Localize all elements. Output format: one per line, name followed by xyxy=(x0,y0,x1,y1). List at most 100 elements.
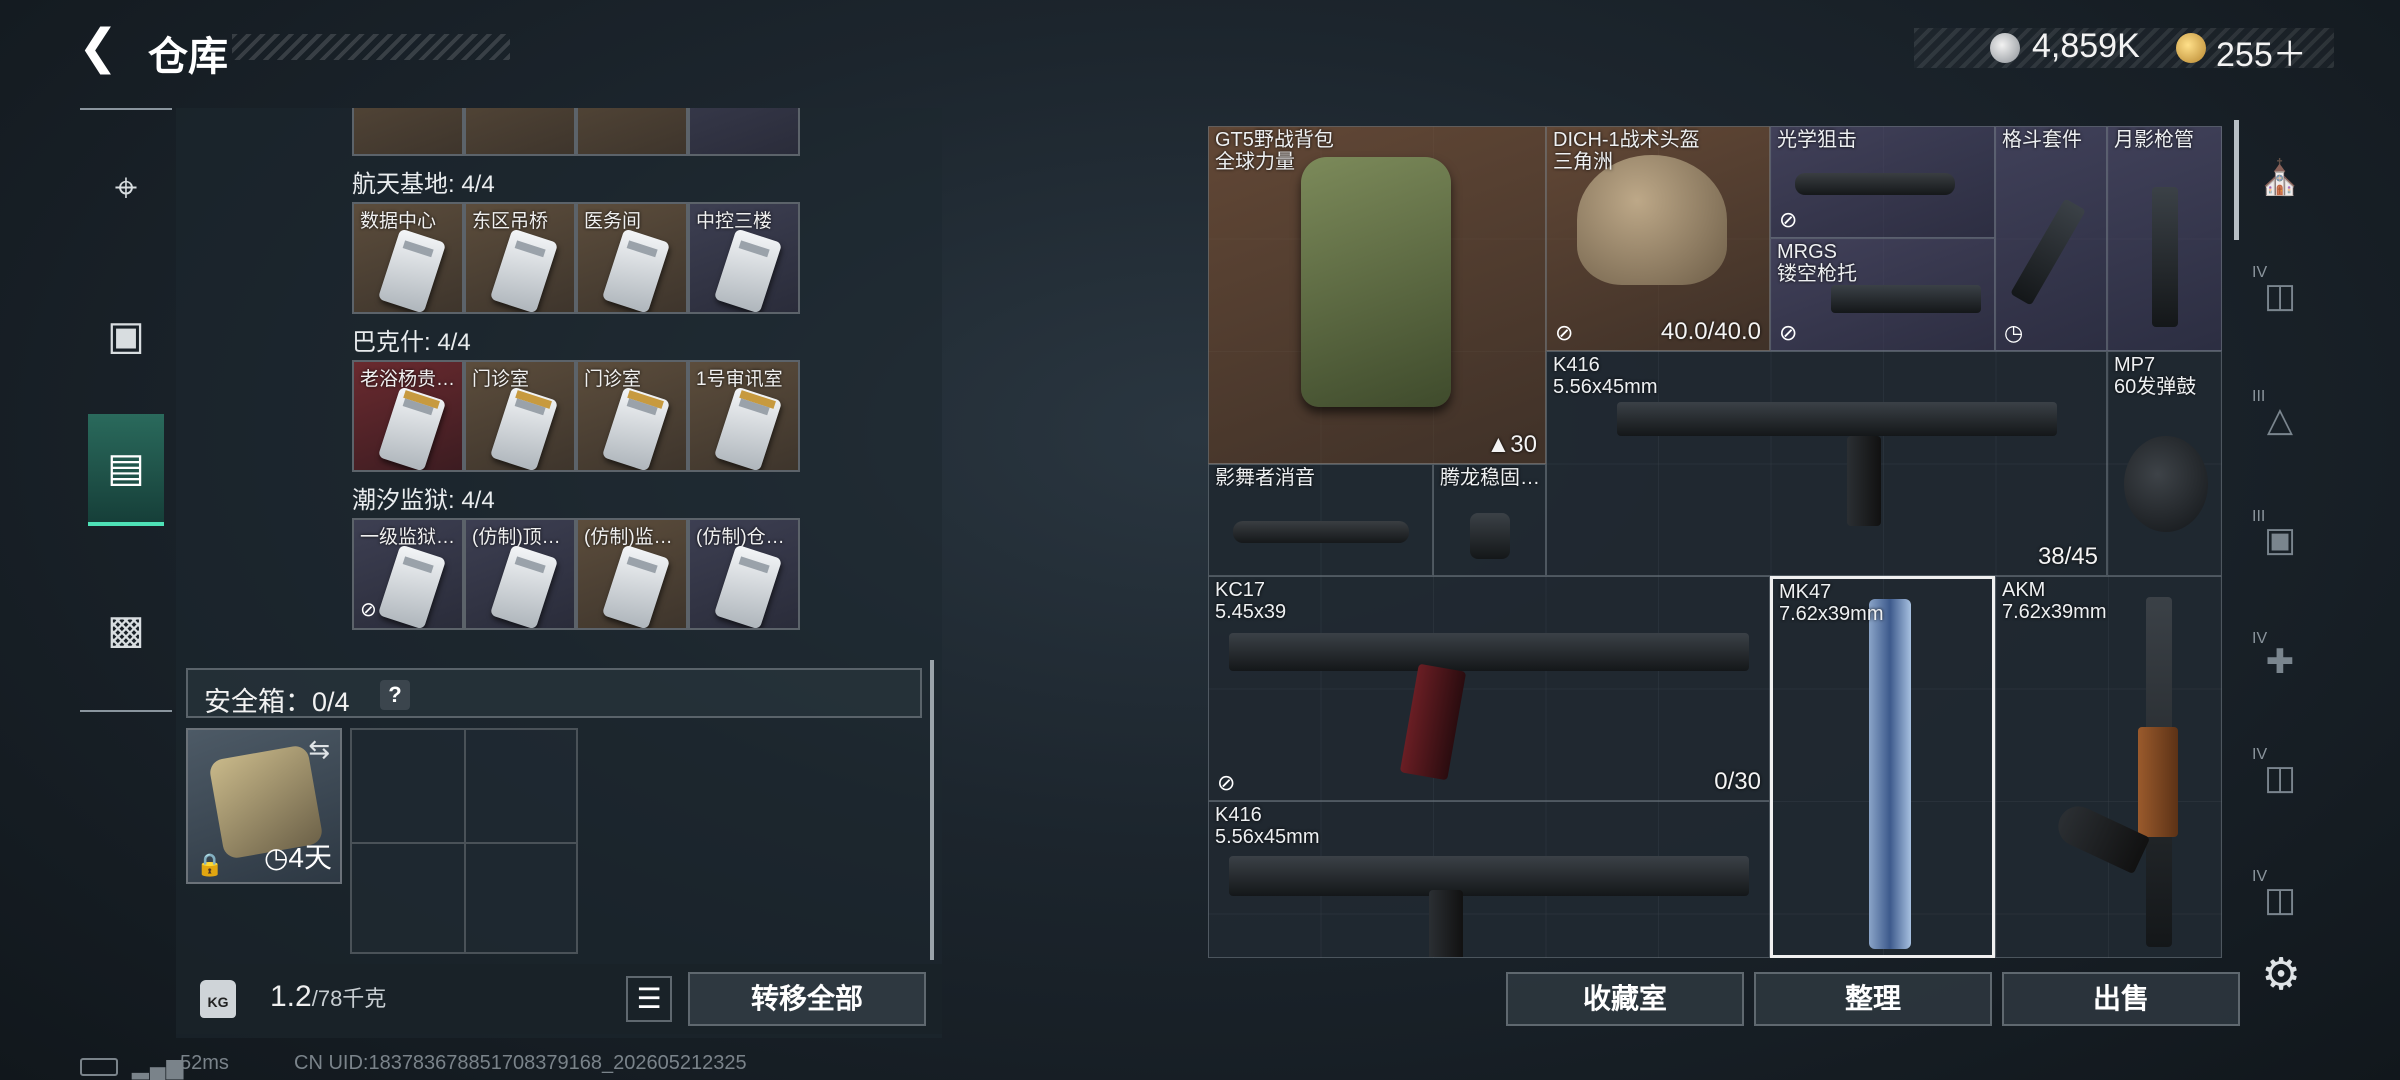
tab-storage-2[interactable]: III △ xyxy=(2252,388,2308,448)
swap-icon[interactable]: ⇆ xyxy=(308,734,330,765)
item-name: KC17 xyxy=(1215,579,1266,601)
silver-coin-icon xyxy=(1990,33,2020,63)
item-name: MK47 xyxy=(1779,581,1832,603)
nav-equipment[interactable]: ▣ xyxy=(88,280,164,392)
gear-icon[interactable]: ⚙ xyxy=(2258,952,2304,998)
inventory-item-rifle[interactable]: K416 5.56x45mm 38/45 xyxy=(1546,351,2107,576)
back-arrow-icon[interactable]: ❮ xyxy=(78,22,124,74)
weight-readout: 1.2/78千克 xyxy=(270,980,386,1014)
tab-storage-4[interactable]: IV ✚ xyxy=(2252,630,2308,690)
magazine-image xyxy=(2051,799,2151,875)
item-name-block: KC17 5.45x39 xyxy=(1215,579,1286,623)
handguard-image xyxy=(2138,727,2178,837)
battery-icon xyxy=(80,1058,118,1076)
sort-button[interactable]: 整理 xyxy=(1754,972,1992,1026)
item-sub: 全球力量 xyxy=(1215,151,1295,173)
no-trade-icon: ⊘ xyxy=(1779,207,1798,232)
safe-box-duration: 4天 xyxy=(288,842,332,873)
inventory-item-rifle-selected[interactable]: MK47 7.62x39mm xyxy=(1770,576,1995,958)
keycard-slot[interactable]: 一级监狱… ⊘ xyxy=(352,518,464,630)
tab-storage-6[interactable]: IV ◫ xyxy=(2252,868,2308,928)
nav-briefcase[interactable]: ▩ xyxy=(88,574,164,686)
nav-weapons[interactable]: ⌖ xyxy=(88,132,164,244)
inventory-item-rifle[interactable]: KC17 5.45x39 ⊘ 0/30 xyxy=(1208,576,1770,801)
keycard-slot[interactable]: 数据中心 xyxy=(352,202,464,314)
help-button[interactable]: ? xyxy=(380,680,410,710)
list-view-button[interactable]: ☰ xyxy=(626,976,672,1022)
item-name: MP7 xyxy=(2114,354,2156,376)
item-sub: 镂空枪托 xyxy=(1777,263,1857,285)
item-sub: 5.56x45mm xyxy=(1553,376,1658,398)
inventory-item-suppressor[interactable]: 影舞者消音 xyxy=(1208,464,1433,576)
keycard-slot[interactable]: (仿制)仓… xyxy=(688,518,800,630)
safe-box-grid[interactable] xyxy=(350,728,578,954)
keycard-slot[interactable]: 门诊室 xyxy=(464,360,576,472)
container-icon: ▤ xyxy=(107,446,145,490)
safe-box-item[interactable]: ⇆ 🔒 ◷4天 xyxy=(186,728,342,884)
weight-icon: KG xyxy=(200,980,236,1018)
section-title: 潮汐监狱: 4/4 xyxy=(352,487,495,514)
nav-containers[interactable]: ▤ xyxy=(88,414,164,526)
tab-level: III xyxy=(2252,508,2266,525)
keycard-label: 东区吊桥 xyxy=(472,211,549,232)
scope-image xyxy=(1795,173,1955,195)
keycard-slot[interactable]: 老浴杨贵… xyxy=(352,360,464,472)
item-name: K416 xyxy=(1215,804,1262,826)
nav-divider-top xyxy=(80,108,172,110)
stash-scrollbar[interactable] xyxy=(930,660,934,960)
keycard-slot[interactable]: (仿制)顶… xyxy=(464,518,576,630)
briefcase-icon: ▩ xyxy=(107,608,145,652)
inventory-item-drum-mag[interactable]: MP7 60发弹鼓 xyxy=(2107,351,2222,576)
tab-storage-3[interactable]: III ▣ xyxy=(2252,508,2308,568)
sell-button[interactable]: 出售 xyxy=(2002,972,2240,1026)
keycard-slot[interactable] xyxy=(464,108,576,156)
keycard-slot[interactable]: 1号审讯室 xyxy=(688,360,800,472)
rifle-image xyxy=(1869,599,1911,949)
stash-footer: KG 1.2/78千克 ☰ 转移全部 xyxy=(176,964,942,1034)
inventory-item-backpack[interactable]: GT5野战背包 全球力量 ▲30 xyxy=(1208,126,1546,464)
silver-amount: 4,859K xyxy=(2032,27,2140,65)
item-name: 光学狙击 xyxy=(1777,129,1857,151)
keycard-row: 数据中心 东区吊桥 医务间 中控三楼 xyxy=(352,202,800,314)
keycard-slot[interactable] xyxy=(688,108,800,156)
item-name-block: K416 5.56x45mm xyxy=(1215,804,1320,848)
no-trade-icon: ⊘ xyxy=(1555,320,1574,345)
collection-room-button[interactable]: 收藏室 xyxy=(1506,972,1744,1026)
keycard-slot[interactable]: 中控三楼 xyxy=(688,202,800,314)
keycard-icon xyxy=(377,544,447,628)
safe-box-label: 安全箱：0/4 xyxy=(204,687,350,717)
keycard-icon xyxy=(377,386,447,470)
inventory-item-grip[interactable]: 腾龙稳固… xyxy=(1433,464,1546,576)
keycard-slot[interactable]: 东区吊桥 xyxy=(464,202,576,314)
keycard-slot[interactable]: 医务间 xyxy=(576,202,688,314)
inventory-item-stock[interactable]: MRGS 镂空枪托 ⊘ xyxy=(1770,238,1995,351)
keycard-slot[interactable]: 门诊室 xyxy=(576,360,688,472)
inventory-item-combat-kit[interactable]: 格斗套件 ◷ xyxy=(1995,126,2107,351)
inventory-item-rifle[interactable]: AKM 7.62x39mm xyxy=(1995,576,2222,958)
inventory-item-scope[interactable]: 光学狙击 ⊘ xyxy=(1770,126,1995,238)
tab-storage-1[interactable]: IV ◫ xyxy=(2252,264,2308,324)
inventory-item-rifle[interactable]: K416 5.56x45mm xyxy=(1208,801,1770,958)
nav-divider-bottom xyxy=(80,710,172,712)
uid-readout: CN UID:183783678851708379168_20260521232… xyxy=(294,1052,747,1074)
keycard-slot[interactable] xyxy=(352,108,464,156)
inventory-scrollbar[interactable] xyxy=(2234,120,2239,240)
item-sub: 60发弹鼓 xyxy=(2114,376,2197,398)
drum-mag-image xyxy=(2124,436,2208,532)
gold-amount[interactable]: 255＋ xyxy=(2216,27,2307,76)
current-weight: 1.2 xyxy=(270,980,312,1013)
tab-storage-5[interactable]: IV ◫ xyxy=(2252,746,2308,806)
transfer-all-button[interactable]: 转移全部 xyxy=(688,972,926,1026)
inventory-item-helmet[interactable]: DICH-1战术头盔 三角洲 ⊘ 40.0/40.0 xyxy=(1546,126,1770,351)
backpack-icon: ▣ xyxy=(107,314,145,358)
ping-readout: 52ms xyxy=(180,1052,229,1074)
safe-box-timer: ◷4天 xyxy=(264,836,332,876)
inventory-item-barrel[interactable]: 月影枪管 xyxy=(2107,126,2222,351)
keycard-slot[interactable]: (仿制)监… xyxy=(576,518,688,630)
safe-box-header: 安全箱：0/4 ? xyxy=(186,668,922,718)
keycard-icon xyxy=(377,228,447,312)
keycard-slot[interactable] xyxy=(576,108,688,156)
keycard-icon xyxy=(489,386,559,470)
tab-warehouse[interactable]: ⛪ xyxy=(2252,150,2308,206)
weight-capacity: /78千克 xyxy=(311,986,387,1011)
